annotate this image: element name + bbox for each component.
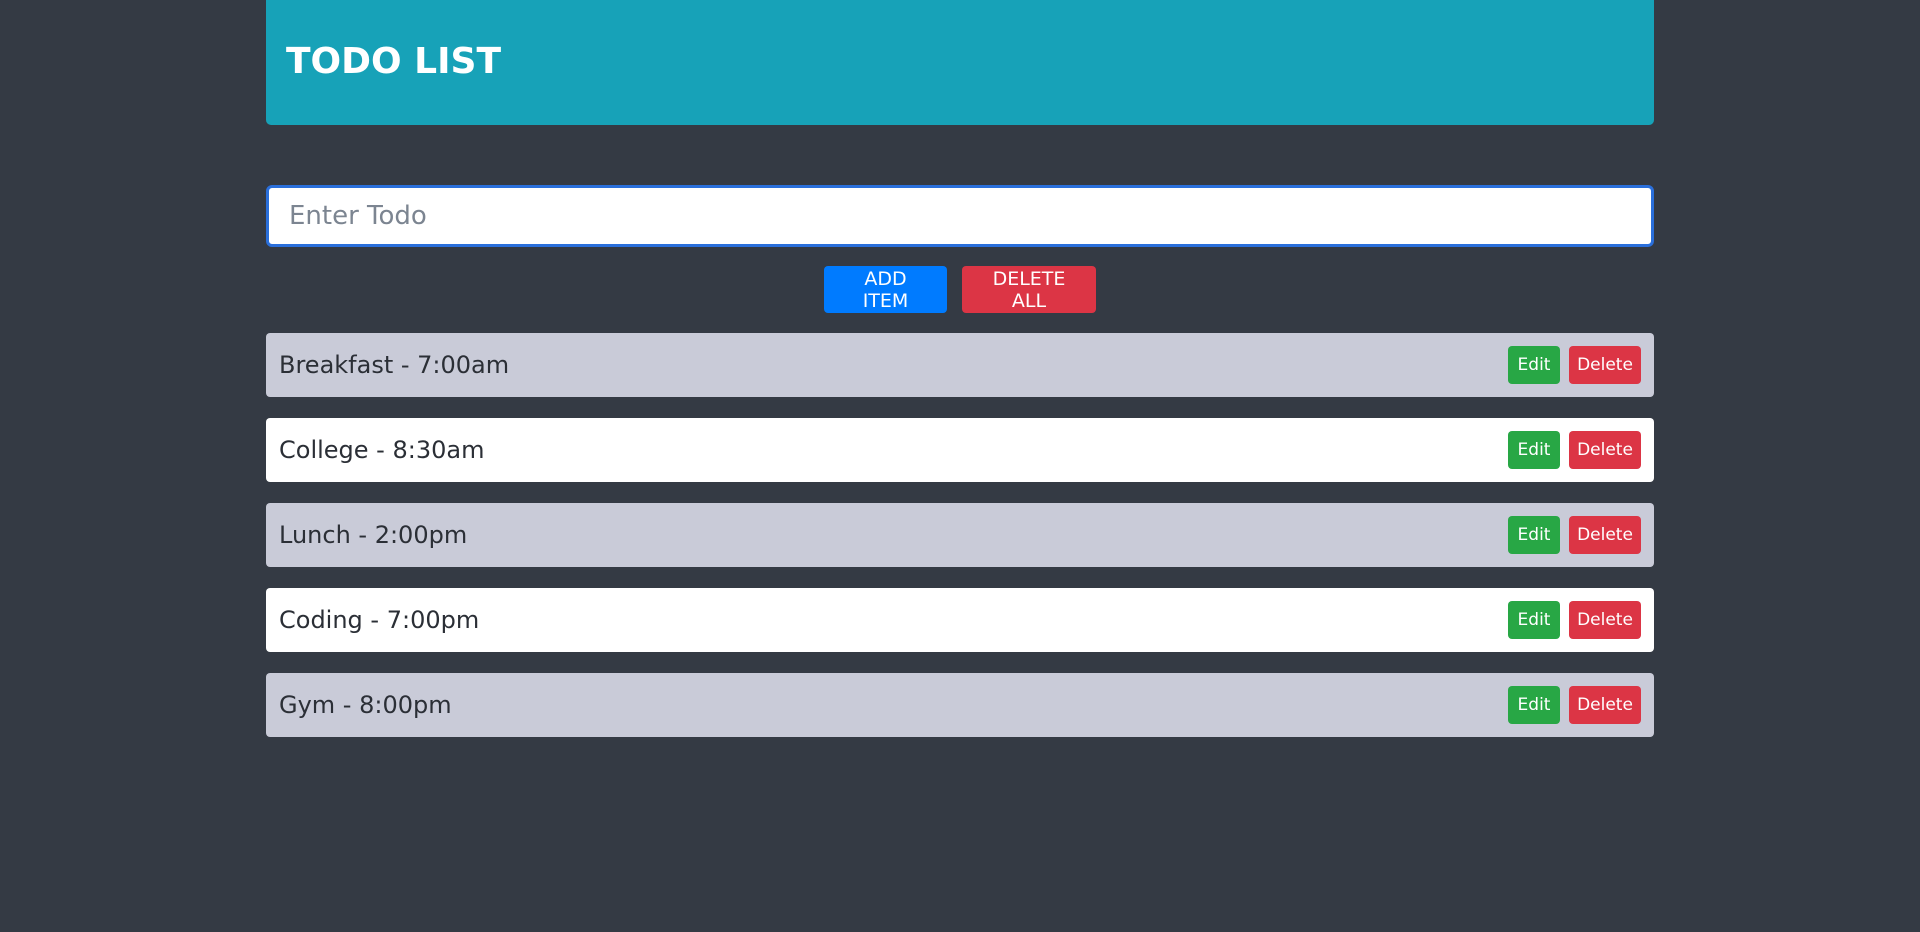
list-item: Breakfast - 7:00am Edit Delete	[266, 333, 1654, 397]
list-item: Coding - 7:00pm Edit Delete	[266, 588, 1654, 652]
edit-button[interactable]: Edit	[1508, 431, 1560, 469]
todo-text: Lunch - 2:00pm	[279, 521, 468, 549]
delete-button[interactable]: Delete	[1569, 346, 1641, 384]
delete-all-button[interactable]: DELETE ALL	[962, 266, 1096, 313]
delete-button[interactable]: Delete	[1569, 431, 1641, 469]
todo-list: Breakfast - 7:00am Edit Delete College -…	[266, 333, 1654, 758]
edit-button[interactable]: Edit	[1508, 516, 1560, 554]
action-buttons: ADD ITEM DELETE ALL	[266, 266, 1654, 313]
todo-input[interactable]	[266, 185, 1654, 247]
page-title: TODO LIST	[286, 41, 501, 82]
edit-button[interactable]: Edit	[1508, 601, 1560, 639]
edit-button[interactable]: Edit	[1508, 686, 1560, 724]
todo-text: Coding - 7:00pm	[279, 606, 480, 634]
delete-button[interactable]: Delete	[1569, 686, 1641, 724]
add-item-button[interactable]: ADD ITEM	[824, 266, 947, 313]
app-container: TODO LIST ADD ITEM DELETE ALL Breakfast …	[266, 0, 1654, 737]
list-item: Lunch - 2:00pm Edit Delete	[266, 503, 1654, 567]
item-actions: Edit Delete	[1508, 346, 1641, 384]
header-banner: TODO LIST	[266, 0, 1654, 125]
item-actions: Edit Delete	[1508, 516, 1641, 554]
edit-button[interactable]: Edit	[1508, 346, 1560, 384]
item-actions: Edit Delete	[1508, 601, 1641, 639]
todo-text: Breakfast - 7:00am	[279, 351, 510, 379]
delete-button[interactable]: Delete	[1569, 516, 1641, 554]
list-item: College - 8:30am Edit Delete	[266, 418, 1654, 482]
list-item: Gym - 8:00pm Edit Delete	[266, 673, 1654, 737]
item-actions: Edit Delete	[1508, 431, 1641, 469]
item-actions: Edit Delete	[1508, 686, 1641, 724]
todo-text: Gym - 8:00pm	[279, 691, 452, 719]
todo-text: College - 8:30am	[279, 436, 485, 464]
delete-button[interactable]: Delete	[1569, 601, 1641, 639]
